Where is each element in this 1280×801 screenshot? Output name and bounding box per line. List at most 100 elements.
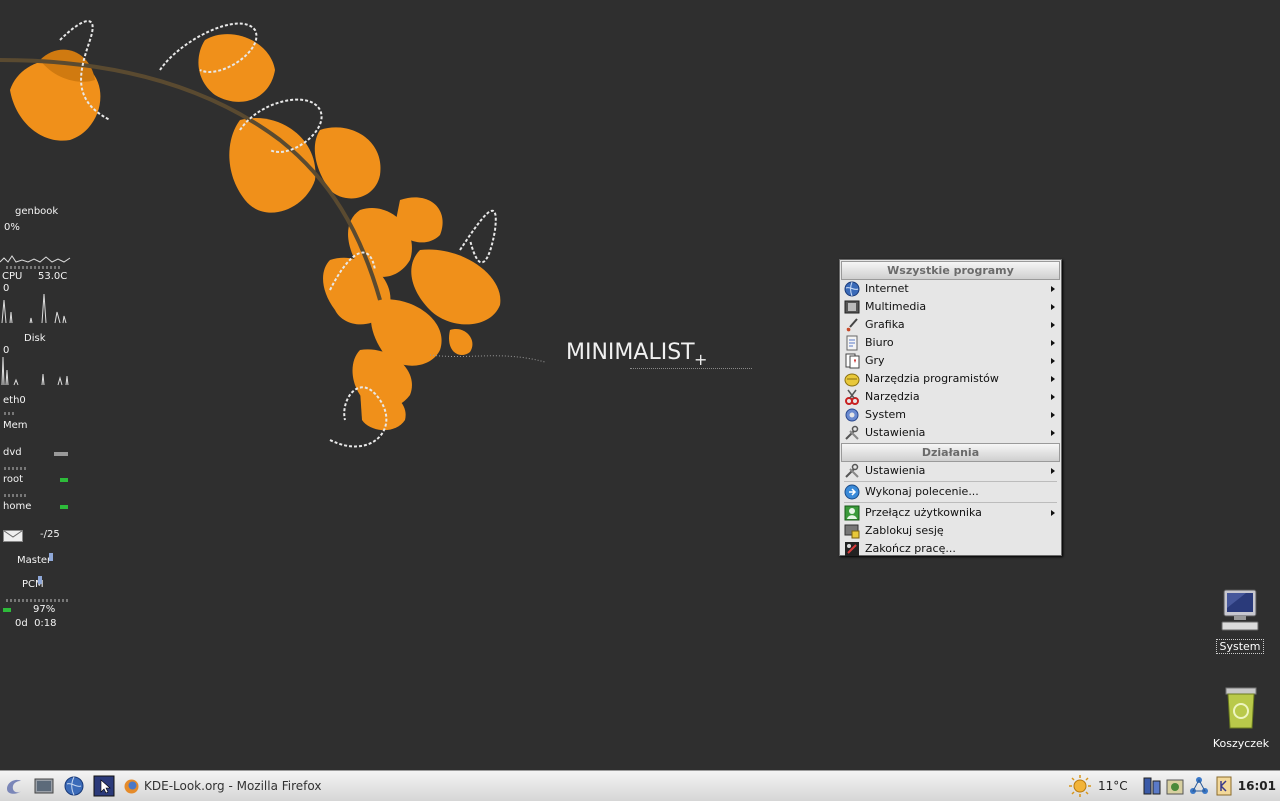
clipboard-icon[interactable] (1164, 775, 1186, 797)
menu-item-ustawienia[interactable]: Ustawienia (840, 424, 1061, 442)
menu-item-multimedia[interactable]: Multimedia (840, 298, 1061, 316)
menu-item-ustawienia[interactable]: Ustawienia (840, 462, 1061, 480)
home-indicator (60, 505, 68, 509)
menu-item-narzędzia[interactable]: Narzędzia (840, 388, 1061, 406)
k-menu-button[interactable] (3, 775, 25, 797)
pcm-volume-slider[interactable] (38, 576, 42, 584)
submenu-arrow-icon (1051, 304, 1055, 310)
dvd-label: dvd (3, 447, 22, 458)
desktop-wallpaper (0, 20, 546, 448)
desktop-icon-system[interactable]: System (1212, 586, 1268, 654)
menu-item-label: Wykonaj polecenie... (865, 485, 979, 498)
taskbar-window-firefox[interactable]: KDE-Look.org - Mozilla Firefox (120, 775, 321, 797)
menu-item-gry[interactable]: Gry (840, 352, 1061, 370)
menu-item-label: Zablokuj sesję (865, 524, 944, 537)
submenu-arrow-icon (1051, 412, 1055, 418)
cards-icon (845, 353, 860, 369)
klipper-icon[interactable] (1213, 775, 1235, 797)
battery-indicator (3, 608, 11, 612)
host-label: genbook (15, 206, 59, 217)
submenu-arrow-icon (1051, 376, 1055, 382)
cpu-temp: 53.0C (38, 271, 68, 282)
menu-header-actions: Działania (841, 443, 1060, 462)
root-indicator (60, 478, 68, 482)
weather-temperature: 11°C (1098, 779, 1128, 793)
dvd-indicator (54, 452, 68, 456)
action-list: Ustawienia Wykonaj polecenie... Przełącz u… (840, 462, 1061, 558)
menu-item-label: Biuro (865, 336, 894, 349)
menu-item-wykonaj-polecenie[interactable]: Wykonaj polecenie... (840, 483, 1061, 501)
scissors-icon (845, 389, 859, 405)
k-menu: Wszystkie programy Internet Multimedia Gra… (839, 259, 1062, 556)
film-icon (844, 300, 860, 314)
menu-item-internet[interactable]: Internet (840, 280, 1061, 298)
dotted-line (429, 354, 546, 363)
menu-item-label: Grafika (865, 318, 905, 331)
menu-item-label: Gry (865, 354, 885, 367)
firefox-icon (124, 779, 139, 794)
gear-icon (845, 408, 859, 422)
menu-separator (844, 481, 1057, 482)
net-label: eth0 (3, 395, 26, 406)
load-meter (6, 266, 61, 269)
menu-item-narzędzia-programistów[interactable]: Narzędzia programistów (840, 370, 1061, 388)
document-icon (846, 335, 858, 351)
root-label: root (3, 474, 24, 485)
cpu-graph (1, 293, 67, 324)
menu-item-zakończ-pracę[interactable]: Zakończ pracę... (840, 540, 1061, 558)
weather-sun-icon[interactable] (1068, 775, 1092, 797)
menu-item-zablokuj-sesję[interactable]: Zablokuj sesję (840, 522, 1061, 540)
menu-item-label: Narzędzia programistów (865, 372, 999, 385)
tools-icon (845, 425, 859, 440)
submenu-arrow-icon (1051, 322, 1055, 328)
disk-graph (1, 356, 69, 386)
cpu-label: CPU (2, 271, 23, 282)
menu-item-system[interactable]: System (840, 406, 1061, 424)
battery-percent: 97% (33, 604, 56, 615)
trash-icon (1225, 687, 1257, 729)
master-volume-label: Master (17, 555, 52, 566)
taskbar: KDE-Look.org - Mozilla Firefox 11°C 16:0… (0, 770, 1280, 801)
desktop-icon-trash[interactable]: Koszyczek (1210, 684, 1272, 750)
submenu-arrow-icon (1051, 430, 1055, 436)
menu-separator (844, 502, 1057, 503)
menu-item-label: Multimedia (865, 300, 927, 313)
computer-icon (1221, 589, 1259, 631)
mem-label: Mem (3, 420, 28, 431)
submenu-arrow-icon (1051, 510, 1055, 516)
master-volume-slider[interactable] (49, 553, 53, 561)
menu-item-label: Ustawienia (865, 426, 926, 439)
submenu-arrow-icon (1051, 394, 1055, 400)
battery-icon[interactable] (1141, 775, 1163, 797)
clock[interactable]: 16:01 (1238, 775, 1276, 797)
menu-item-label: Ustawienia (865, 464, 926, 477)
desktop-icon-label: System (1216, 639, 1264, 654)
home-meter (4, 494, 26, 497)
menu-item-label: Zakończ pracę... (865, 542, 956, 555)
menu-item-label: Przełącz użytkownika (865, 506, 982, 519)
submenu-arrow-icon (1051, 358, 1055, 364)
pager-icon[interactable] (93, 775, 115, 797)
menu-item-label: System (865, 408, 907, 421)
network-icon[interactable] (1188, 775, 1210, 797)
tools-icon (845, 463, 859, 478)
brush-icon (846, 318, 858, 332)
brand-underline (630, 368, 752, 370)
browser-icon[interactable] (63, 775, 85, 797)
show-desktop-icon[interactable] (33, 775, 55, 797)
menu-item-grafika[interactable]: Grafika (840, 316, 1061, 334)
user-switch-icon (844, 505, 860, 521)
uptime: 0d 0:18 (15, 618, 57, 629)
disk-label: Disk (24, 333, 46, 344)
mail-icon[interactable] (3, 530, 23, 542)
root-meter (4, 467, 26, 470)
brand-text: MINIMALIST (566, 340, 695, 365)
host-load: 0% (4, 222, 20, 233)
lock-screen-icon (844, 524, 860, 539)
globe-icon (844, 281, 860, 297)
menu-item-biuro[interactable]: Biuro (840, 334, 1061, 352)
menu-item-przełącz-użytkownika[interactable]: Przełącz użytkownika (840, 504, 1061, 522)
menu-item-label: Internet (865, 282, 909, 295)
program-list: Internet Multimedia Grafika Biuro Gry Narzędz… (840, 280, 1061, 442)
logout-icon (845, 542, 859, 556)
